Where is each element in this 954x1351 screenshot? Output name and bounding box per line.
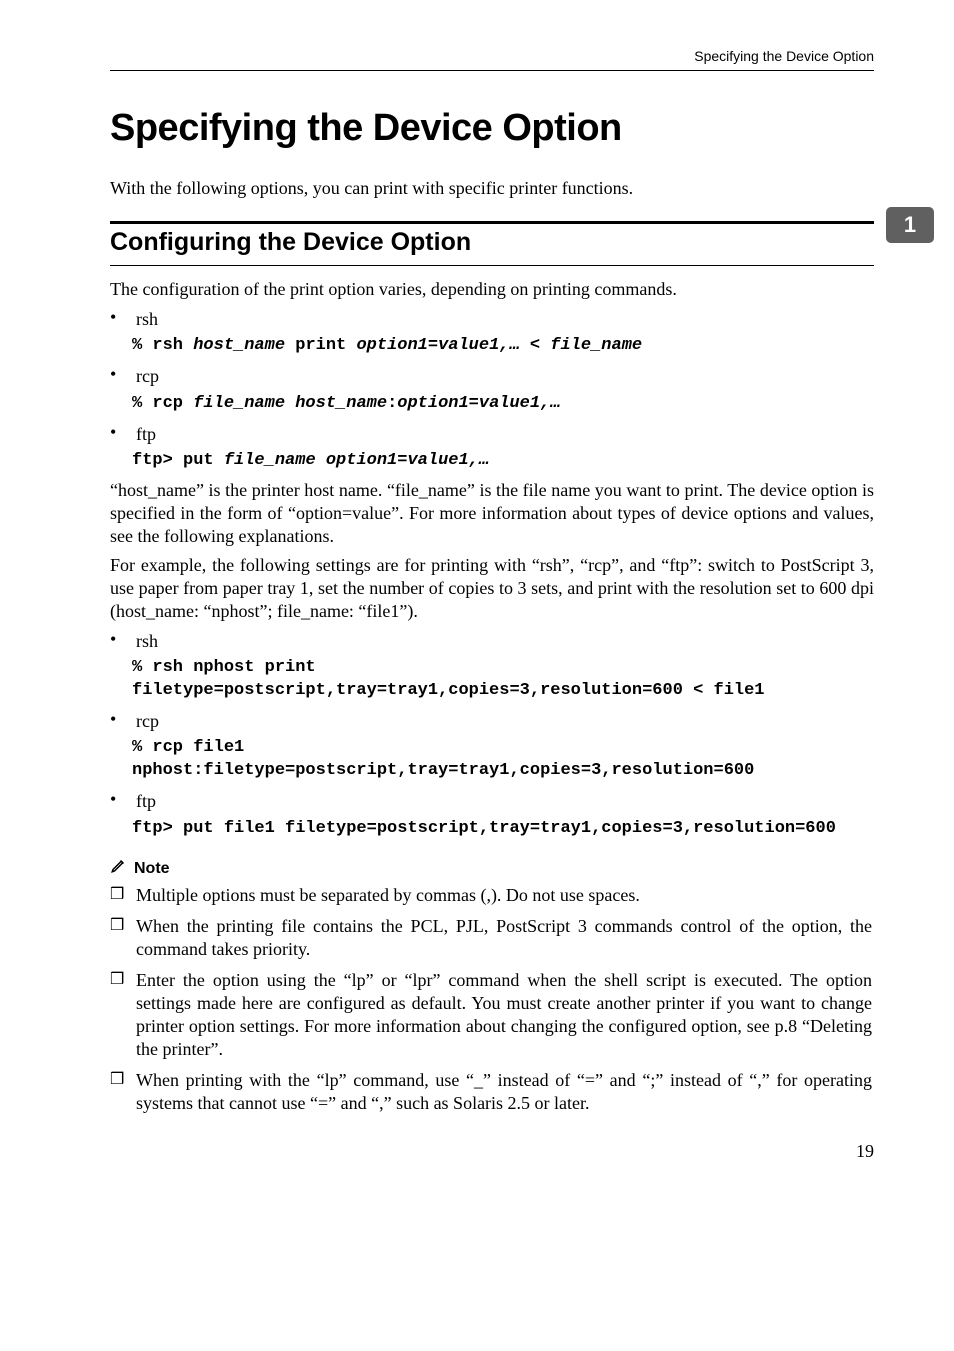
bullet-icon: • (110, 422, 132, 443)
command-line: % rcp file_name host_name:option1=value1… (132, 393, 874, 416)
note-bullet-icon: ❒ (110, 915, 132, 935)
command-list-generic: • rsh % rsh host_name print option1=valu… (110, 307, 874, 473)
command-line: ftp> put file1 filetype=postscript,tray=… (132, 818, 874, 841)
page-number: 19 (110, 1141, 874, 1162)
command-label: ftp (136, 422, 872, 446)
command-line: % rsh nphost print filetype=postscript,t… (132, 657, 874, 703)
command-line: ftp> put file_name option1=value1,… (132, 450, 874, 473)
command-label: ftp (136, 789, 872, 813)
list-item: • ftp ftp> put file_name option1=value1,… (110, 422, 874, 473)
list-item: ❒ Enter the option using the “lp” or “lp… (110, 969, 874, 1061)
cmd-mid: : (387, 394, 397, 413)
bullet-icon: • (110, 629, 132, 650)
note-list: ❒ Multiple options must be separated by … (110, 884, 874, 1115)
command-label: rsh (136, 629, 872, 653)
list-item: ❒ When printing with the “lp” command, u… (110, 1069, 874, 1115)
list-item: • rcp % rcp file_name host_name:option1=… (110, 364, 874, 415)
cmd-arg: file_name option1=value1,… (224, 451, 489, 470)
cmd-arg: file_name host_name (193, 394, 387, 413)
bullet-icon: • (110, 307, 132, 328)
running-head: Specifying the Device Option (110, 48, 874, 71)
note-text: Enter the option using the “lp” or “lpr”… (136, 969, 872, 1061)
bullet-icon: • (110, 709, 132, 730)
note-bullet-icon: ❒ (110, 969, 132, 989)
list-item: • rsh % rsh nphost print filetype=postsc… (110, 629, 874, 703)
cmd-prefix: % rsh (132, 336, 193, 355)
section-wrap: 1 Configuring the Device Option (110, 221, 874, 266)
note-text: Multiple options must be separated by co… (136, 884, 872, 907)
intro-paragraph: With the following options, you can prin… (110, 178, 874, 199)
note-icon (110, 856, 128, 879)
chapter-title: Specifying the Device Option (110, 107, 874, 150)
note-bullet-icon: ❒ (110, 884, 132, 904)
cmd-arg: option1=value1,… (397, 394, 560, 413)
list-item: • rcp % rcp file1 nphost:filetype=postsc… (110, 709, 874, 783)
chapter-tab-badge: 1 (886, 207, 934, 243)
section-heading-rule: Configuring the Device Option (110, 221, 874, 266)
command-label: rcp (136, 364, 872, 388)
note-text: When the printing file contains the PCL,… (136, 915, 872, 961)
section-intro: The configuration of the print option va… (110, 278, 874, 301)
cmd-prefix: % rcp (132, 394, 193, 413)
cmd-arg: host_name (193, 336, 285, 355)
command-list-example: • rsh % rsh nphost print filetype=postsc… (110, 629, 874, 841)
command-label: rsh (136, 307, 872, 331)
note-bullet-icon: ❒ (110, 1069, 132, 1089)
list-item: • rsh % rsh host_name print option1=valu… (110, 307, 874, 358)
bullet-icon: • (110, 364, 132, 385)
cmd-prefix: ftp> put (132, 451, 224, 470)
list-item: ❒ When the printing file contains the PC… (110, 915, 874, 961)
list-item: • ftp ftp> put file1 filetype=postscript… (110, 789, 874, 840)
bullet-icon: • (110, 789, 132, 810)
command-line: % rcp file1 nphost:filetype=postscript,t… (132, 737, 874, 783)
hostname-paragraph: “host_name” is the printer host name. “f… (110, 479, 874, 548)
list-item: ❒ Multiple options must be separated by … (110, 884, 874, 907)
note-text: When printing with the “lp” command, use… (136, 1069, 872, 1115)
command-line: % rsh host_name print option1=value1,… <… (132, 335, 874, 358)
cmd-mid: print (285, 336, 356, 355)
example-paragraph: For example, the following settings are … (110, 554, 874, 623)
cmd-arg: option1=value1,… < file_name (356, 336, 642, 355)
note-heading: Note (110, 855, 874, 878)
note-label: Note (134, 860, 170, 877)
command-label: rcp (136, 709, 872, 733)
section-heading: Configuring the Device Option (110, 228, 874, 257)
